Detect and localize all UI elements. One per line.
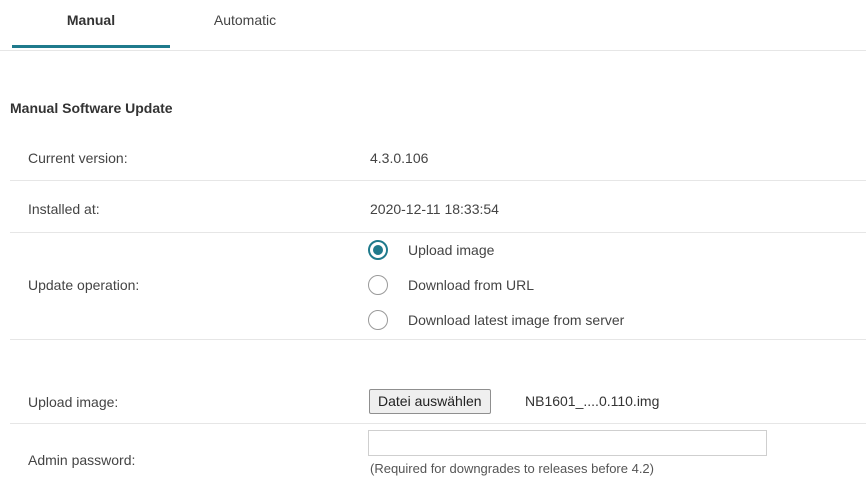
radio-download-from-url[interactable]: Download from URL [368,273,534,297]
admin-password-hint: (Required for downgrades to releases bef… [370,461,654,476]
radio-upload-image[interactable]: Upload image [368,238,494,262]
admin-password-label: Admin password: [28,452,136,468]
update-operation-label: Update operation: [28,277,140,293]
radio-button[interactable] [368,240,388,260]
row-divider [10,339,866,340]
radio-button[interactable] [368,310,388,330]
tab-automatic[interactable]: Automatic [170,0,320,48]
row-divider [10,232,866,233]
current-version-label: Current version: [28,150,128,166]
section-title: Manual Software Update [10,100,173,116]
radio-label: Upload image [408,242,495,258]
upload-image-label: Upload image: [28,394,119,410]
radio-download-latest[interactable]: Download latest image from server [368,308,624,332]
tab-bar: Manual Automatic [0,0,866,51]
choose-file-button[interactable]: Datei auswählen [369,389,491,414]
tab-manual[interactable]: Manual [12,0,170,48]
installed-at-value: 2020-12-11 18:33:54 [370,201,499,217]
radio-label: Download from URL [408,277,535,293]
radio-button[interactable] [368,275,388,295]
row-divider [10,423,866,424]
radio-label: Download latest image from server [408,312,625,328]
admin-password-field[interactable] [368,430,767,456]
selected-file-name: NB1601_....0.110.img [525,393,660,409]
installed-at-label: Installed at: [28,201,100,217]
row-divider [10,180,866,181]
active-tab-indicator [12,45,170,48]
current-version-value: 4.3.0.106 [370,150,429,166]
